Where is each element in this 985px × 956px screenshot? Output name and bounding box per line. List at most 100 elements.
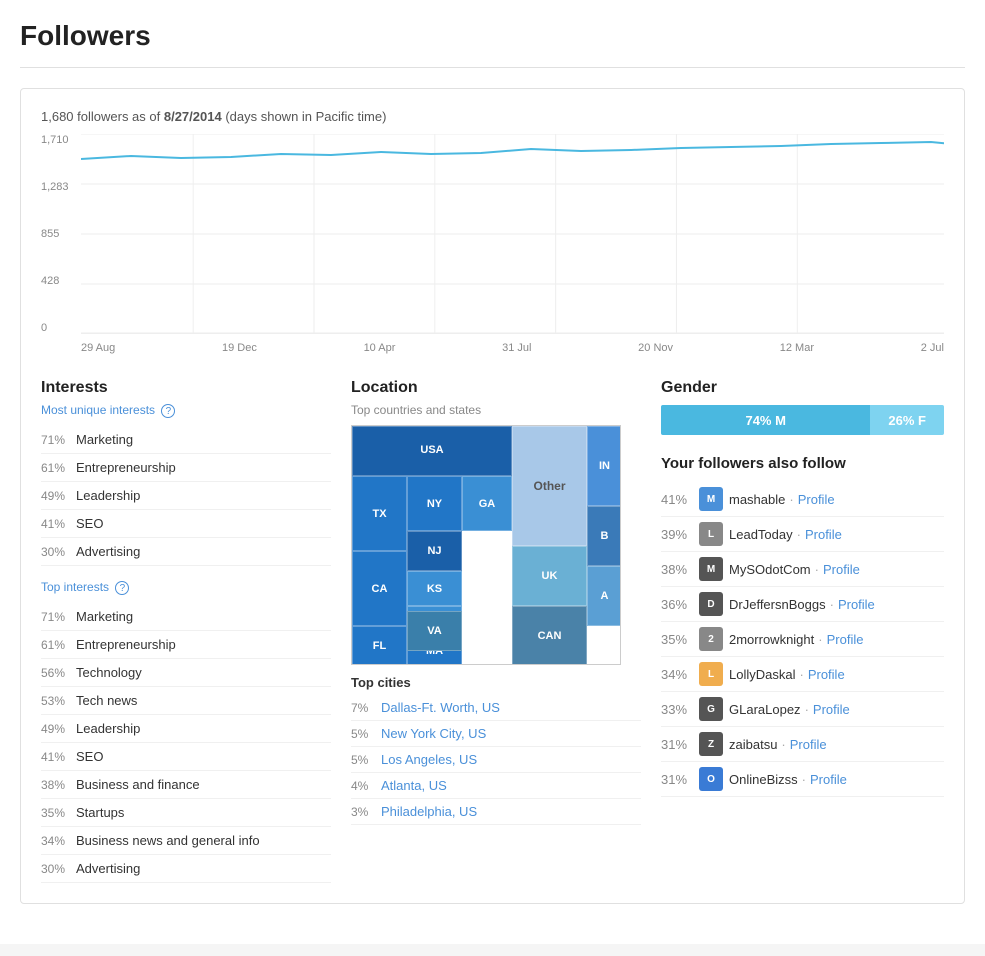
y-label-5: 0 [41,322,69,334]
list-item: 5% Los Angeles, US [351,747,641,773]
gender-followers-section: Gender 74% M 26% F Your followers also f… [661,379,944,883]
treemap-cell-can: CAN [512,606,587,665]
list-item: 35% 2 2morrowknight · Profile [661,622,944,657]
y-label-2: 1,283 [41,181,69,193]
interest-pct: 61% [41,461,76,475]
list-item: 34% Business news and general info [41,827,331,855]
treemap-cell-tx: TX [352,476,407,551]
list-item: 71% Marketing [41,603,331,631]
profile-link[interactable]: Profile [827,632,864,647]
location-subtitle: Top countries and states [351,403,641,417]
chart-svg [81,134,944,334]
top-cities-title: Top cities [351,675,641,690]
interest-label: Leadership [76,488,140,503]
list-item: 34% L LollyDaskal · Profile [661,657,944,692]
page-title: Followers [20,20,965,68]
location-section: Location Top countries and states USA TX… [351,379,641,883]
interest-label: Marketing [76,432,133,447]
chart-x-labels: 29 Aug 19 Dec 10 Apr 31 Jul 20 Nov 12 Ma… [81,337,944,369]
profile-link[interactable]: Profile [798,492,835,507]
list-item: 31% O OnlineBizss · Profile [661,762,944,797]
y-label-4: 428 [41,275,69,287]
x-label-1: 29 Aug [81,342,115,354]
avatar: L [699,522,723,546]
x-label-4: 31 Jul [502,342,531,354]
avatar: G [699,697,723,721]
treemap-cell-ny: NY [407,476,462,531]
list-item: 7% Dallas-Ft. Worth, US [351,695,641,721]
interest-pct: 41% [41,517,76,531]
list-item: 49% Leadership [41,715,331,743]
treemap-cell-ks: KS [407,571,462,606]
profile-link[interactable]: Profile [805,527,842,542]
x-label-6: 12 Mar [780,342,814,354]
profile-link[interactable]: Profile [813,702,850,717]
list-item: 41% SEO [41,510,331,538]
gender-title: Gender [661,379,944,397]
gender-female-bar: 26% F [870,405,944,435]
list-item: 5% New York City, US [351,721,641,747]
avatar: D [699,592,723,616]
followers-summary: 1,680 followers as of 8/27/2014 (days sh… [41,109,944,124]
interest-pct: 49% [41,489,76,503]
y-label-1: 1,710 [41,134,69,146]
list-item: 30% Advertising [41,855,331,883]
treemap-cell-usa: USA [352,426,512,476]
list-item: 4% Atlanta, US [351,773,641,799]
also-follow-list: 41% M mashable · Profile 39% L LeadToday… [661,482,944,797]
interests-title: Interests [41,379,331,397]
top-interests-label[interactable]: Top interests ? [41,580,331,595]
profile-link[interactable]: Profile [823,562,860,577]
interests-section: Interests Most unique interests ? 71% Ma… [41,379,331,883]
interest-label: Entrepreneurship [76,460,176,475]
avatar: M [699,487,723,511]
top-interests-list: 71% Marketing 61% Entrepreneurship 56% T… [41,603,331,883]
x-label-7: 2 Jul [921,342,944,354]
sections-row: Interests Most unique interests ? 71% Ma… [41,379,944,883]
treemap-cell-uk: UK [512,546,587,606]
treemap-cell-ca: CA [352,551,407,626]
avatar: L [699,662,723,686]
list-item: 56% Technology [41,659,331,687]
list-item: 71% Marketing [41,426,331,454]
most-unique-interests-list: 71% Marketing 61% Entrepreneurship 49% L… [41,426,331,566]
list-item: 41% M mashable · Profile [661,482,944,517]
gender-male-bar: 74% M [661,405,870,435]
chart-wrapper: 1,710 1,283 855 428 0 [41,134,944,369]
interest-pct: 71% [41,433,76,447]
top-interests-help-icon[interactable]: ? [115,581,129,595]
profile-link[interactable]: Profile [808,667,845,682]
list-item: 31% Z zaibatsu · Profile [661,727,944,762]
profile-link[interactable]: Profile [810,772,847,787]
x-label-3: 10 Apr [364,342,396,354]
chart-y-labels: 1,710 1,283 855 428 0 [41,134,69,334]
list-item: 3% Philadelphia, US [351,799,641,825]
list-item: 35% Startups [41,799,331,827]
list-item: 39% L LeadToday · Profile [661,517,944,552]
treemap-cell-other: Other [512,426,587,546]
list-item: 49% Leadership [41,482,331,510]
most-unique-help-icon[interactable]: ? [161,404,175,418]
avatar: Z [699,732,723,756]
profile-link[interactable]: Profile [838,597,875,612]
avatar: 2 [699,627,723,651]
list-item: 53% Tech news [41,687,331,715]
avatar: M [699,557,723,581]
list-item: 30% Advertising [41,538,331,566]
treemap-cell-va: VA [407,611,462,651]
avatar: O [699,767,723,791]
gender-bar: 74% M 26% F [661,405,944,435]
x-label-5: 20 Nov [638,342,673,354]
page-container: Followers 1,680 followers as of 8/27/201… [0,0,985,944]
x-label-2: 19 Dec [222,342,257,354]
list-item: 36% D DrJeffersnBoggs · Profile [661,587,944,622]
location-treemap: USA TX NY GA NJ CA [351,425,621,665]
profile-link[interactable]: Profile [790,737,827,752]
y-label-3: 855 [41,228,69,240]
treemap-cell-ga: GA [462,476,512,531]
location-title: Location [351,379,641,397]
most-unique-label[interactable]: Most unique interests ? [41,403,331,418]
list-item: 41% SEO [41,743,331,771]
treemap-cell-in: IN [587,426,621,506]
interest-label: Advertising [76,544,140,559]
